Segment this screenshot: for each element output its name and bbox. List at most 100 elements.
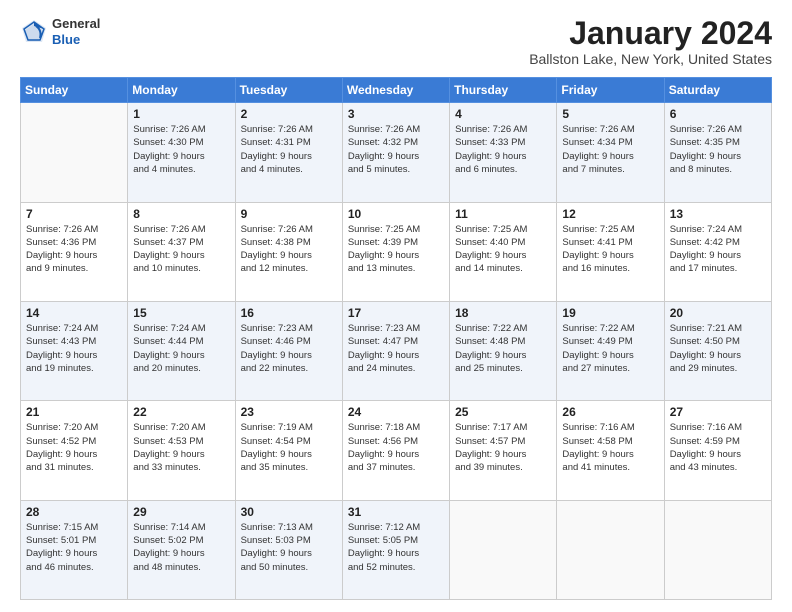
calendar-table: Sunday Monday Tuesday Wednesday Thursday… [20, 77, 772, 600]
table-row: 15Sunrise: 7:24 AM Sunset: 4:44 PM Dayli… [128, 301, 235, 400]
table-row: 7 Sunrise: 7:26 AM Sunset: 4:36 PM Daylig… [21, 202, 128, 301]
table-row [557, 500, 664, 599]
day-number: 4 [455, 107, 551, 121]
day-info: Sunrise: 7:26 AM Sunset: 4:32 PM Dayligh… [348, 123, 444, 176]
table-row [664, 500, 771, 599]
day-info: Sunrise: 7:25 AM Sunset: 4:40 PM Dayligh… [455, 223, 551, 276]
day-info: Sunrise: 7:26 AM Sunset: 4:35 PM Dayligh… [670, 123, 766, 176]
page: General Blue January 2024 Ballston Lake,… [0, 0, 792, 612]
day-number: 21 [26, 405, 122, 419]
day-number: 7 [26, 207, 122, 221]
header: General Blue January 2024 Ballston Lake,… [20, 16, 772, 67]
day-number: 26 [562, 405, 658, 419]
day-number: 8 [133, 207, 229, 221]
day-number: 2 [241, 107, 337, 121]
logo-general: General [52, 16, 100, 31]
table-row: 25Sunrise: 7:17 AM Sunset: 4:57 PM Dayli… [450, 401, 557, 500]
logo-blue: Blue [52, 32, 80, 47]
day-info: Sunrise: 7:26 AM Sunset: 4:31 PM Dayligh… [241, 123, 337, 176]
day-number: 28 [26, 505, 122, 519]
day-info: Sunrise: 7:13 AM Sunset: 5:03 PM Dayligh… [241, 521, 337, 574]
day-info: Sunrise: 7:16 AM Sunset: 4:59 PM Dayligh… [670, 421, 766, 474]
table-row: 1 Sunrise: 7:26 AM Sunset: 4:30 PM Daylig… [128, 103, 235, 202]
header-saturday: Saturday [664, 78, 771, 103]
day-info: Sunrise: 7:25 AM Sunset: 4:41 PM Dayligh… [562, 223, 658, 276]
table-row: 19Sunrise: 7:22 AM Sunset: 4:49 PM Dayli… [557, 301, 664, 400]
table-row: 8Sunrise: 7:26 AM Sunset: 4:37 PM Daylig… [128, 202, 235, 301]
day-number: 29 [133, 505, 229, 519]
calendar-week-row: 28 Sunrise: 7:15 AM Sunset: 5:01 PM Dayli… [21, 500, 772, 599]
table-row: 17Sunrise: 7:23 AM Sunset: 4:47 PM Dayli… [342, 301, 449, 400]
table-row: 14 Sunrise: 7:24 AM Sunset: 4:43 PM Dayli… [21, 301, 128, 400]
day-number: 27 [670, 405, 766, 419]
header-monday: Monday [128, 78, 235, 103]
month-year: January 2024 [529, 16, 772, 51]
table-row: 22Sunrise: 7:20 AM Sunset: 4:53 PM Dayli… [128, 401, 235, 500]
day-number: 25 [455, 405, 551, 419]
day-number: 18 [455, 306, 551, 320]
header-wednesday: Wednesday [342, 78, 449, 103]
day-info: Sunrise: 7:21 AM Sunset: 4:50 PM Dayligh… [670, 322, 766, 375]
day-number: 13 [670, 207, 766, 221]
calendar-week-row: 1 Sunrise: 7:26 AM Sunset: 4:30 PM Daylig… [21, 103, 772, 202]
day-number: 10 [348, 207, 444, 221]
logo: General Blue [20, 16, 100, 47]
table-row: 27 Sunrise: 7:16 AM Sunset: 4:59 PM Dayli… [664, 401, 771, 500]
day-number: 30 [241, 505, 337, 519]
header-tuesday: Tuesday [235, 78, 342, 103]
day-number: 5 [562, 107, 658, 121]
table-row: 4 Sunrise: 7:26 AM Sunset: 4:33 PM Daylig… [450, 103, 557, 202]
table-row: 31Sunrise: 7:12 AM Sunset: 5:05 PM Dayli… [342, 500, 449, 599]
day-number: 14 [26, 306, 122, 320]
day-info: Sunrise: 7:20 AM Sunset: 4:53 PM Dayligh… [133, 421, 229, 474]
day-info: Sunrise: 7:26 AM Sunset: 4:34 PM Dayligh… [562, 123, 658, 176]
header-thursday: Thursday [450, 78, 557, 103]
table-row: 3 Sunrise: 7:26 AM Sunset: 4:32 PM Daylig… [342, 103, 449, 202]
calendar-header-row: Sunday Monday Tuesday Wednesday Thursday… [21, 78, 772, 103]
day-info: Sunrise: 7:22 AM Sunset: 4:49 PM Dayligh… [562, 322, 658, 375]
table-row: 23Sunrise: 7:19 AM Sunset: 4:54 PM Dayli… [235, 401, 342, 500]
calendar-week-row: 7 Sunrise: 7:26 AM Sunset: 4:36 PM Daylig… [21, 202, 772, 301]
day-info: Sunrise: 7:15 AM Sunset: 5:01 PM Dayligh… [26, 521, 122, 574]
day-info: Sunrise: 7:18 AM Sunset: 4:56 PM Dayligh… [348, 421, 444, 474]
table-row [450, 500, 557, 599]
day-info: Sunrise: 7:24 AM Sunset: 4:42 PM Dayligh… [670, 223, 766, 276]
day-number: 20 [670, 306, 766, 320]
day-info: Sunrise: 7:19 AM Sunset: 4:54 PM Dayligh… [241, 421, 337, 474]
table-row: 21 Sunrise: 7:20 AM Sunset: 4:52 PM Dayli… [21, 401, 128, 500]
day-number: 1 [133, 107, 229, 121]
table-row: 13 Sunrise: 7:24 AM Sunset: 4:42 PM Dayli… [664, 202, 771, 301]
day-number: 6 [670, 107, 766, 121]
table-row: 30 Sunrise: 7:13 AM Sunset: 5:03 PM Dayli… [235, 500, 342, 599]
header-sunday: Sunday [21, 78, 128, 103]
day-number: 24 [348, 405, 444, 419]
day-number: 11 [455, 207, 551, 221]
day-info: Sunrise: 7:26 AM Sunset: 4:36 PM Dayligh… [26, 223, 122, 276]
day-info: Sunrise: 7:26 AM Sunset: 4:38 PM Dayligh… [241, 223, 337, 276]
location: Ballston Lake, New York, United States [529, 51, 772, 67]
table-row: 9Sunrise: 7:26 AM Sunset: 4:38 PM Daylig… [235, 202, 342, 301]
day-info: Sunrise: 7:22 AM Sunset: 4:48 PM Dayligh… [455, 322, 551, 375]
logo-icon [20, 18, 48, 46]
day-number: 12 [562, 207, 658, 221]
day-number: 16 [241, 306, 337, 320]
day-info: Sunrise: 7:12 AM Sunset: 5:05 PM Dayligh… [348, 521, 444, 574]
table-row: 2 Sunrise: 7:26 AM Sunset: 4:31 PM Daylig… [235, 103, 342, 202]
day-number: 3 [348, 107, 444, 121]
title-block: January 2024 Ballston Lake, New York, Un… [529, 16, 772, 67]
logo-text: General Blue [52, 16, 100, 47]
day-info: Sunrise: 7:26 AM Sunset: 4:33 PM Dayligh… [455, 123, 551, 176]
day-info: Sunrise: 7:25 AM Sunset: 4:39 PM Dayligh… [348, 223, 444, 276]
day-info: Sunrise: 7:20 AM Sunset: 4:52 PM Dayligh… [26, 421, 122, 474]
table-row: 26Sunrise: 7:16 AM Sunset: 4:58 PM Dayli… [557, 401, 664, 500]
table-row: 5 Sunrise: 7:26 AM Sunset: 4:34 PM Daylig… [557, 103, 664, 202]
table-row: 18 Sunrise: 7:22 AM Sunset: 4:48 PM Dayli… [450, 301, 557, 400]
table-row: 6 Sunrise: 7:26 AM Sunset: 4:35 PM Daylig… [664, 103, 771, 202]
day-info: Sunrise: 7:24 AM Sunset: 4:43 PM Dayligh… [26, 322, 122, 375]
day-info: Sunrise: 7:26 AM Sunset: 4:30 PM Dayligh… [133, 123, 229, 176]
table-row: 12 Sunrise: 7:25 AM Sunset: 4:41 PM Dayli… [557, 202, 664, 301]
table-row: 20 Sunrise: 7:21 AM Sunset: 4:50 PM Dayli… [664, 301, 771, 400]
table-row: 24 Sunrise: 7:18 AM Sunset: 4:56 PM Dayli… [342, 401, 449, 500]
day-number: 17 [348, 306, 444, 320]
calendar-week-row: 14 Sunrise: 7:24 AM Sunset: 4:43 PM Dayli… [21, 301, 772, 400]
